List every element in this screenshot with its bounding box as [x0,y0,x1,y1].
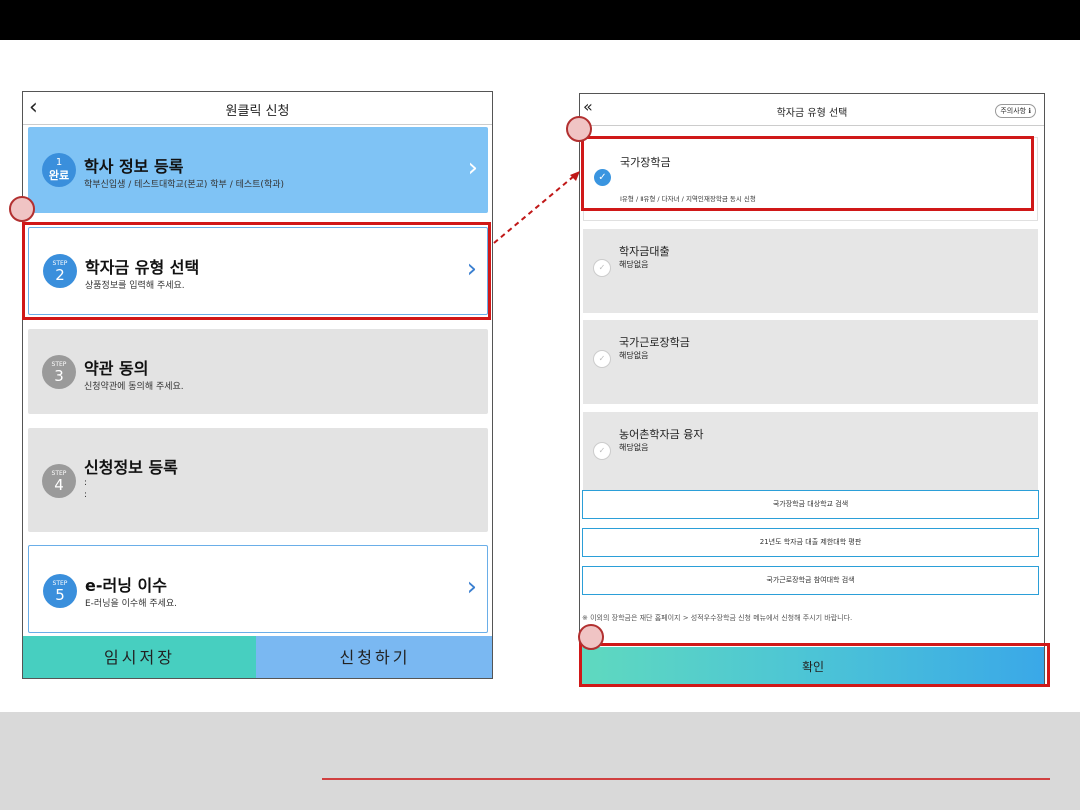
callout-marker-3 [578,624,604,650]
step-sub: E-러닝을 이수해 주세요. [85,599,178,609]
step-badge: STEP 5 [43,574,77,608]
highlight-step-2 [22,222,491,320]
option-name: 학자금대출 [619,245,670,258]
callout-marker-1 [9,196,35,222]
step-badge: STEP 4 [42,464,76,498]
step-card-1[interactable]: 1 완료 학사 정보 등록 학부신입생 / 테스트대학교(본교) 학부 / 테스… [28,127,488,213]
save-draft-button[interactable]: 임시저장 [23,636,256,678]
top-banner [0,0,1080,40]
callout-marker-2 [566,116,592,142]
step-title: 약관 동의 [84,359,149,378]
step-title: 신청정보 등록 [84,458,178,477]
option-work-scholarship[interactable]: ✓ 국가근로장학금 해당없음 [583,320,1038,404]
unchecked-circle-icon: ✓ [593,259,611,277]
option-name: 농어촌학자금 융자 [619,428,704,441]
unchecked-circle-icon: ✓ [593,350,611,368]
option-student-loan[interactable]: ✓ 학자금대출 해당없음 [583,229,1038,313]
footnote: ※ 이외의 장학금은 재단 홈페이지 > 성적우수장학금 신청 메뉴에서 신청해… [582,614,853,622]
step-sub: 신청약관에 동의해 주세요. [84,382,184,392]
step-title: e-러닝 이수 [85,576,167,595]
step-badge: 1 완료 [42,153,76,187]
page-title: 학자금 유형 선택 [776,108,848,119]
option-rural-loan[interactable]: ✓ 농어촌학자금 융자 해당없음 [583,412,1038,496]
step-card-5[interactable]: STEP 5 e-러닝 이수 E-러닝을 이수해 주세요. › [28,545,488,633]
step-sub: : [84,478,88,488]
step-card-4[interactable]: STEP 4 신청정보 등록 : : [28,428,488,532]
step-badge: STEP 3 [42,355,76,389]
right-header: « 학자금 유형 선택 주의사항 ℹ [580,94,1044,126]
option-status: 해당없음 [619,351,649,360]
option-status: 해당없음 [619,443,649,452]
step-sub: 학부신입생 / 테스트대학교(본교) 학부 / 테스트(학과) [84,180,285,190]
footer-rule [322,778,1050,780]
chevron-right-icon: › [467,153,478,183]
link-loan-restricted[interactable]: 21년도 학자금 대출 제한대학 평판 [582,528,1039,557]
bottom-button-bar: 임시저장 신청하기 [23,636,492,678]
link-school-search[interactable]: 국가장학금 대상학교 검색 [582,490,1039,519]
option-name: 국가근로장학금 [619,336,690,349]
highlight-national-scholarship [581,136,1034,211]
footer-band [0,712,1080,810]
step-card-3[interactable]: STEP 3 약관 동의 신청약관에 동의해 주세요. [28,329,488,414]
option-status: 해당없음 [619,260,649,269]
highlight-confirm [579,643,1050,687]
left-phone-screen: ‹ 원클릭 신청 1 완료 학사 정보 등록 학부신입생 / 테스트대학교(본교… [22,91,493,679]
link-work-university[interactable]: 국가근로장학금 참여대학 검색 [582,566,1039,595]
step-sub-2: : [84,490,88,500]
step-title: 학사 정보 등록 [84,157,184,176]
left-header: ‹ 원클릭 신청 [23,92,492,125]
chevron-right-icon: › [466,572,477,602]
apply-button[interactable]: 신청하기 [256,636,492,678]
page-title: 원클릭 신청 [225,104,290,119]
unchecked-circle-icon: ✓ [593,442,611,460]
notice-badge[interactable]: 주의사항 ℹ [995,104,1036,118]
